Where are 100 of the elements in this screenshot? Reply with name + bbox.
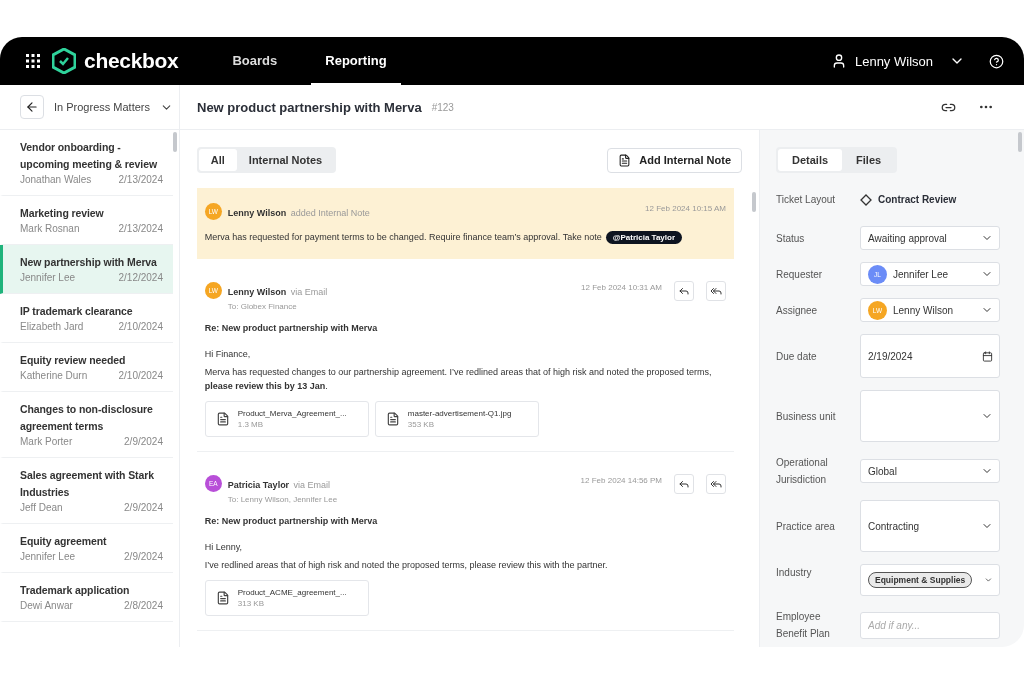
document-icon — [618, 153, 632, 167]
tag-select[interactable]: Equipment & Supplies — [860, 564, 1000, 596]
help-icon[interactable] — [989, 53, 1004, 69]
logo-icon — [52, 48, 76, 74]
email-body: Merva has requested changes to our partnership agreement. I’ve redlined areas that of high risk and noted the proposed terms, please review this by 13 Jan. — [204, 366, 713, 393]
filter-tab[interactable]: Internal Notes — [236, 149, 335, 171]
message-time: 12 Feb 2024 10:31 AM — [581, 283, 662, 292]
filter-tab[interactable]: All — [198, 149, 237, 171]
panel-tab[interactable]: Files — [842, 149, 896, 171]
grid-menu-icon[interactable] — [26, 54, 40, 68]
attachment[interactable]: Product_Merva_Agreement_... 1.3 MB — [204, 401, 369, 437]
matter-title: Trademark application — [20, 583, 131, 598]
matter-title: Marketing review — [20, 206, 105, 221]
matter-person: Katherine Durn — [20, 369, 88, 383]
file-size: 313 KB — [237, 599, 265, 608]
message-action: via Email — [293, 480, 331, 490]
scrollbar[interactable] — [752, 192, 756, 212]
matter-person: Jeff Dean — [20, 501, 63, 515]
matter-date: 2/9/2024 — [124, 550, 163, 564]
matter-person: Jennifer Lee — [20, 550, 76, 564]
email-greeting: Hi Finance, — [204, 348, 252, 361]
ticket-title: New product partnership with Merva — [197, 99, 422, 115]
file-icon — [215, 591, 230, 605]
matter-date: 2/12/2024 — [118, 271, 163, 285]
nav-tab[interactable]: Boards — [218, 37, 292, 85]
layout-value: Contract Review — [860, 193, 1000, 206]
select-field[interactable]: Contracting — [860, 500, 1000, 552]
file-size: 353 KB — [407, 420, 435, 429]
tag: Equipment & Supplies — [868, 572, 973, 588]
panel-tab[interactable]: Details — [778, 149, 843, 171]
field-label: Requester — [776, 267, 824, 282]
diamond-icon — [860, 193, 872, 206]
file-icon — [215, 412, 230, 426]
field-label: Operational Jurisdiction — [776, 456, 829, 487]
file-name: master-advertisement-Q1.jpg — [407, 409, 512, 418]
back-button[interactable] — [20, 95, 44, 119]
email-body: I’ve redlined areas that of high risk and noted the proposed terms, please review this with the partner. — [204, 559, 609, 572]
reply-button[interactable] — [674, 281, 694, 301]
matter-title: Equity agreement — [20, 534, 108, 549]
author-name: Patricia Taylor — [227, 480, 290, 490]
matter-person: Dewi Anwar — [20, 599, 73, 613]
matter-item[interactable]: New partnership with Merva Jennifer Lee 2/12/2024 — [0, 245, 173, 294]
field-label: Business unit — [776, 409, 837, 424]
file-name: Product_Merva_Agreement_... — [237, 409, 347, 418]
attachment[interactable]: master-advertisement-Q1.jpg 353 KB — [374, 401, 539, 437]
mention-tag[interactable]: @Patricia Taylor — [605, 231, 682, 244]
ticket-number: #123 — [431, 101, 454, 113]
matter-date: 2/10/2024 — [118, 320, 163, 334]
matter-person: Mark Porter — [20, 435, 73, 449]
reply-all-button[interactable] — [706, 474, 726, 494]
recipients: To: Lenny Wilson, Jennifer Lee — [227, 495, 339, 504]
select-field[interactable]: Awaiting approval — [860, 226, 1000, 250]
matter-person: Jonathan Wales — [20, 173, 92, 187]
message-time: 12 Feb 2024 14:56 PM — [580, 476, 662, 485]
email-greeting: Hi Lenny, — [204, 541, 244, 554]
message-action: via Email — [290, 287, 328, 297]
attachment[interactable]: Product_ACME_agreement_... 313 KB — [204, 580, 369, 616]
reply-all-icon — [710, 285, 722, 297]
field-label: Practice area — [776, 519, 836, 534]
matter-date: 2/9/2024 — [124, 435, 163, 449]
file-icon — [385, 412, 400, 426]
matter-title: IP trademark clearance — [20, 304, 134, 319]
reply-icon — [678, 285, 690, 297]
matter-person: Elizabeth Jard — [20, 320, 84, 334]
file-size: 1.3 MB — [237, 420, 265, 429]
field-label: Ticket Layout — [776, 193, 837, 207]
matter-date: 2/10/2024 — [118, 369, 163, 383]
field-label: Employee Benefit Plan — [776, 610, 831, 641]
matter-title: Vendor onboarding - upcoming meeting & review — [20, 140, 158, 172]
matter-date: 2/13/2024 — [118, 173, 163, 187]
email-subject: Re: New product partnership with Merva — [204, 322, 379, 335]
user-menu[interactable]: Lenny Wilson — [824, 52, 971, 70]
matter-person: Jennifer Lee — [20, 271, 76, 285]
field-label: Status — [776, 231, 806, 246]
field-label: Due date — [776, 349, 818, 364]
field-label: Assignee — [776, 303, 819, 318]
input-field[interactable]: Add if any... — [860, 611, 1000, 639]
file-name: Product_ACME_agreement_... — [237, 588, 347, 597]
list-dropdown[interactable]: In Progress Matters — [54, 100, 173, 114]
calendar-icon — [982, 350, 993, 362]
scrollbar[interactable] — [1018, 132, 1022, 152]
nav-tab[interactable]: Reporting — [311, 37, 401, 85]
date-field[interactable]: 2/19/2024 — [860, 334, 1000, 378]
matter-person: Mark Rosnan — [20, 222, 80, 236]
recipients: To: Globex Finance — [227, 302, 298, 311]
scrollbar[interactable] — [172, 132, 177, 152]
reply-icon — [678, 478, 690, 490]
select-field[interactable] — [860, 390, 1000, 442]
message-time: 12 Feb 2024 10:15 AM — [645, 204, 726, 213]
note-text: Merva has requested for payment terms to be changed. Require finance team’s approval. Take note — [204, 232, 602, 242]
email-subject: Re: New product partnership with Merva — [204, 515, 379, 528]
select-field[interactable]: Global — [860, 459, 1000, 483]
matter-title: Equity review needed — [20, 353, 127, 368]
matter-date: 2/9/2024 — [124, 501, 163, 515]
matter-date: 2/13/2024 — [118, 222, 163, 236]
field-label: Industry — [776, 566, 813, 580]
reply-all-button[interactable] — [706, 281, 726, 301]
reply-button[interactable] — [674, 474, 694, 494]
add-note-button[interactable]: Add Internal Note — [607, 147, 742, 173]
message-action: added Internal Note — [290, 208, 370, 218]
